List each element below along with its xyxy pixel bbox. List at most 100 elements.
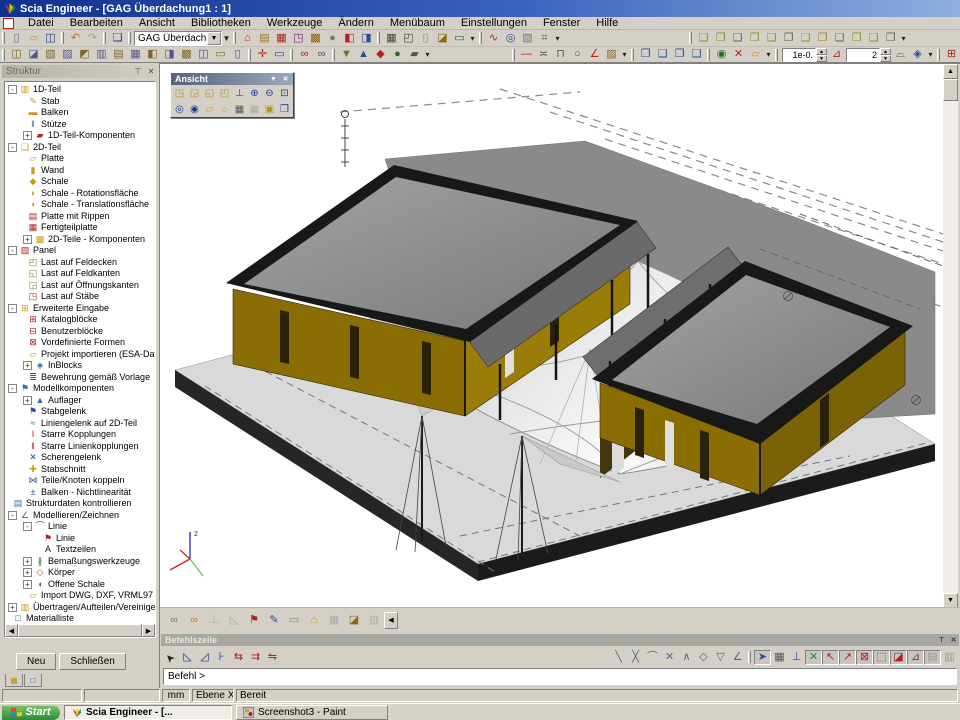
tree-item[interactable]: +◇Körper (5, 567, 155, 579)
render-settings-icon[interactable]: ▣ (262, 102, 277, 116)
expand-icon[interactable]: + (23, 131, 32, 140)
open-view-icon[interactable]: ▱ (747, 47, 764, 62)
view-hidden-icon[interactable]: ❐ (746, 31, 763, 46)
taskbar-item-scia[interactable]: Scia Engineer - [... (64, 705, 232, 720)
roof-icon[interactable]: ⌂ (304, 612, 324, 629)
tree-item[interactable]: ‖Stütze (5, 119, 155, 131)
snap-point-icon[interactable]: ◇ (695, 650, 712, 665)
tree-item[interactable]: ±Balken - Nichtlinearität (5, 487, 155, 499)
zoom-out-icon[interactable]: ⊖ (262, 86, 277, 100)
tile-horizontal-icon[interactable]: ❐ (671, 47, 688, 62)
view-volume-icon[interactable]: ❐ (780, 31, 797, 46)
expand-icon[interactable]: + (23, 557, 32, 566)
midpoint-snap-icon[interactable]: ⊠ (856, 650, 873, 665)
close-viewport-icon[interactable]: ❑ (109, 31, 126, 46)
redo-icon[interactable]: ↷ (84, 31, 101, 46)
view-x-icon[interactable]: ◳ (172, 86, 187, 100)
tile-icon[interactable]: ❏ (654, 47, 671, 62)
light-icon[interactable]: ☼ (217, 102, 232, 116)
endpoint-snap-icon[interactable]: ↗ (839, 650, 856, 665)
toolbar-grip[interactable] (61, 32, 64, 44)
view-filter-off-icon[interactable]: ∞ (313, 47, 330, 62)
tree-item[interactable]: □Materialliste (5, 613, 155, 624)
tree-item[interactable]: ▦Fertigteilplatte (5, 222, 155, 234)
toolbar-grip[interactable] (748, 651, 751, 663)
activity-icon-1[interactable]: ◫ (8, 47, 25, 62)
close-icon[interactable]: ✕ (145, 66, 157, 77)
intersection-snap-icon[interactable]: ⬚ (873, 650, 890, 665)
section-icon[interactable]: ▲ (355, 47, 372, 62)
tree-item[interactable]: ▱Import DWG, DXF, VRML97 (5, 590, 155, 602)
tree-item[interactable]: -⊞Erweiterte Eingabe (5, 303, 155, 315)
collapse-icon[interactable]: - (8, 384, 17, 393)
zoom-selection-icon[interactable]: ◎ (172, 102, 187, 116)
regen-icon[interactable]: ▰ (406, 47, 423, 62)
report-flag-icon[interactable]: ⚑ (244, 612, 264, 629)
tree-item[interactable]: ⊟Benutzerblöcke (5, 326, 155, 338)
view-wireframe-icon[interactable]: ❏ (695, 31, 712, 46)
tree-item[interactable]: -❏2D-Teil (5, 142, 155, 154)
calc-toolbar-dropdown-icon[interactable]: ▾ (553, 31, 562, 46)
tree-item[interactable]: +◈InBlocks (5, 360, 155, 372)
tree-item[interactable]: ◰Last auf Feldecken (5, 257, 155, 269)
tree-item[interactable]: ⊠Vordefinierte Formen (5, 337, 155, 349)
menu-item-bibliotheken[interactable]: Bibliotheken (183, 17, 259, 29)
chain-active-icon[interactable]: ∞ (184, 612, 204, 629)
collapse-icon[interactable]: - (8, 143, 17, 152)
grid-spinner[interactable]: 2 ▲▼ (846, 48, 891, 62)
tree-item[interactable]: ATextzeilen (5, 544, 155, 556)
collapse-icon[interactable]: - (8, 85, 17, 94)
chain-icon[interactable]: ∞ (164, 612, 184, 629)
start-button[interactable]: Start (2, 705, 60, 720)
snap-perp-icon[interactable]: ∧ (678, 650, 695, 665)
view-supports-icon[interactable]: ❐ (848, 31, 865, 46)
save-project-icon[interactable]: ◫ (42, 31, 59, 46)
document-icon[interactable]: ▯ (417, 31, 434, 46)
tree-item[interactable]: +∦Bemaßungswerkzeuge (5, 556, 155, 568)
close-icon[interactable]: ✕ (280, 74, 291, 84)
surface-icon[interactable]: ◺ (224, 612, 244, 629)
zoom-in-icon[interactable]: ⊕ (247, 86, 262, 100)
axis-icon[interactable]: ⊥ (232, 86, 247, 100)
activity-icon-8[interactable]: ▦ (127, 47, 144, 62)
tree-item[interactable]: -∠Modellieren/Zeichnen (5, 510, 155, 522)
support-icon[interactable]: ⊥ (204, 612, 224, 629)
plane-icon[interactable]: ⌓ (892, 47, 909, 62)
toolbar-grip[interactable] (937, 49, 940, 61)
track-start-icon[interactable]: ⇆ (230, 650, 247, 665)
tab-struktur-icon[interactable]: ▦ (5, 674, 23, 687)
snap-triangle2-icon[interactable]: ◿ (196, 650, 213, 665)
tree-item[interactable]: ◱Last auf Feldkanten (5, 268, 155, 280)
groups-icon[interactable]: ▩ (307, 31, 324, 46)
catalog-icon[interactable]: ◨ (358, 31, 375, 46)
camera-off-icon[interactable]: ▦ (247, 102, 262, 116)
line-icon[interactable]: — (518, 47, 535, 62)
scroll-up-icon[interactable]: ▲ (943, 64, 958, 79)
print-preview-icon[interactable]: ◰ (400, 31, 417, 46)
activity-icon-2[interactable]: ◪ (25, 47, 42, 62)
project-combobox[interactable]: GAG Überdachung1 ▼ (134, 31, 222, 46)
open-project-icon[interactable]: ▱ (25, 31, 42, 46)
view-labels-icon[interactable]: ❏ (797, 31, 814, 46)
spinner-down-icon[interactable]: ▼ (880, 55, 891, 62)
expand-icon[interactable]: + (8, 603, 17, 612)
print-icon[interactable]: ▦ (383, 31, 400, 46)
tree-item[interactable]: +▰1D-Teil-Komponenten (5, 130, 155, 142)
snap-toggle-icon[interactable]: ✕ (805, 650, 822, 665)
menu-item-bearbeiten[interactable]: Bearbeiten (62, 17, 131, 29)
toolbar-grip[interactable] (377, 32, 380, 44)
translate-icon[interactable]: ✎ (264, 612, 284, 629)
picture-gallery-icon[interactable]: ● (324, 31, 341, 46)
tree-item[interactable]: ✚Stabschnitt (5, 464, 155, 476)
tree-item[interactable]: ▬Balken (5, 107, 155, 119)
toolbar-grip[interactable] (128, 32, 131, 44)
toolbar-grip[interactable] (512, 49, 515, 61)
close-icon[interactable]: ✕ (948, 635, 959, 645)
snap-tri-icon[interactable]: ▽ (712, 650, 729, 665)
toolbar-grip[interactable] (248, 49, 251, 61)
edge-snap-icon[interactable]: ⊿ (907, 650, 924, 665)
menu-item-hilfe[interactable]: Hilfe (588, 17, 626, 29)
combobox-dropdown-icon[interactable]: ▼ (207, 32, 221, 45)
solver-icon[interactable]: ▧ (519, 31, 536, 46)
tree-item[interactable]: ◆Schale (5, 176, 155, 188)
